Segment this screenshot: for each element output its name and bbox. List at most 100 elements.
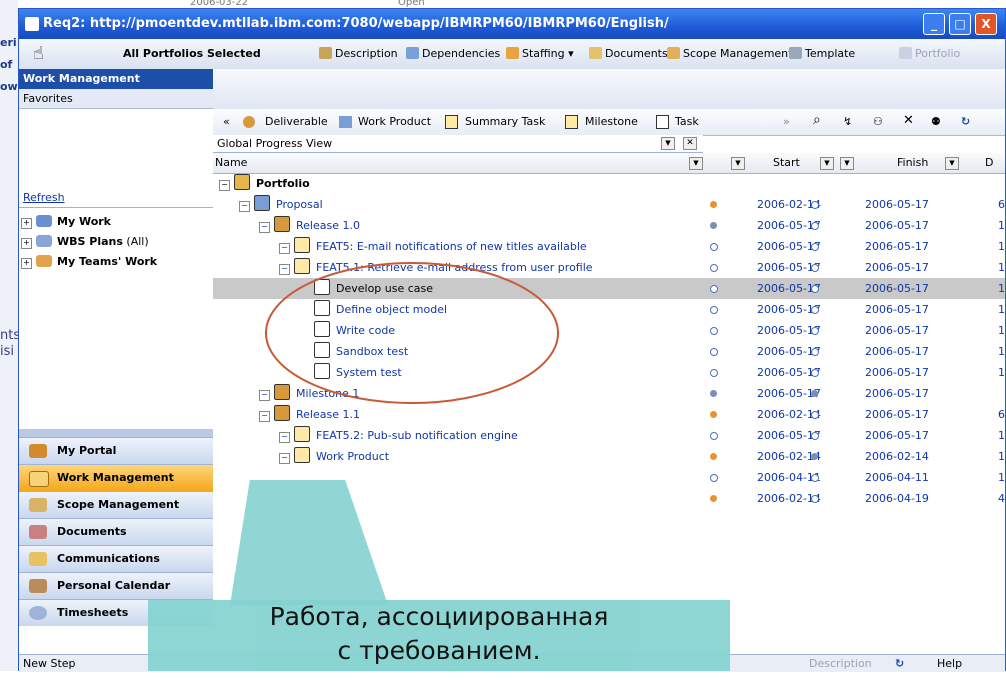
table-row[interactable]: − Portfolio	[213, 173, 1005, 194]
view-selector[interactable]: Global Progress View ▼ ✕	[213, 135, 703, 153]
column-finish[interactable]: Finish	[897, 153, 928, 173]
collapse-left-icon[interactable]: «	[223, 115, 230, 128]
add-deliverable-button[interactable]: Deliverable	[265, 115, 328, 128]
maximize-button[interactable]: □	[949, 13, 971, 35]
duration: 1	[998, 450, 1005, 463]
status-filter-dropdown[interactable]: ▼	[731, 157, 745, 170]
finish-filter-dropdown[interactable]: ▼	[945, 157, 959, 170]
column-start[interactable]: Start	[773, 153, 800, 173]
search-icon[interactable]: ⌕	[813, 112, 821, 128]
expand-icon[interactable]: +	[21, 218, 32, 229]
staffing-button[interactable]: Staffing ▾	[506, 47, 574, 60]
template-label: Template	[805, 47, 856, 60]
description-button[interactable]: Description	[319, 47, 398, 60]
finish-date: 2006-05-17	[865, 219, 929, 232]
name-filter-dropdown[interactable]: ▼	[689, 157, 703, 170]
summary-task-icon	[445, 115, 458, 129]
documents-button[interactable]: Documents	[589, 47, 668, 60]
column-duration[interactable]: D	[985, 153, 993, 173]
refresh-link[interactable]: Refresh	[23, 191, 65, 204]
teams-icon	[36, 255, 52, 267]
view-dropdown-arrow[interactable]: ▼	[661, 137, 675, 150]
refresh-icon[interactable]: ↻	[961, 115, 970, 128]
favorites-header[interactable]: Favorites	[19, 89, 213, 109]
tree-item-my-work[interactable]: + My Work	[21, 215, 111, 229]
scope-management-button[interactable]: Scope Management	[667, 47, 792, 60]
expand-icon[interactable]: −	[259, 411, 270, 422]
callout-box: Работа, ассоциированная с требованием.	[148, 600, 730, 671]
finish-date: 2006-05-17	[865, 408, 929, 421]
portfolio-button[interactable]: Portfolio	[899, 47, 960, 60]
calendar-icon	[29, 579, 47, 593]
milestone-icon	[565, 115, 578, 129]
add-work-product-button[interactable]: Work Product	[358, 115, 431, 128]
refresh-icon[interactable]: ↻	[895, 655, 904, 672]
progress-indicator-icon	[710, 390, 717, 397]
scope-management-icon	[667, 47, 680, 59]
scope-management-label: Scope Management	[683, 47, 793, 60]
row-name: − FEAT5: E-mail notifications of new titl…	[279, 236, 587, 257]
nav-my-portal[interactable]: My Portal	[19, 437, 213, 464]
expand-icon[interactable]: −	[279, 432, 290, 443]
finish-status-filter-dropdown[interactable]: ▼	[840, 157, 854, 170]
dependencies-button[interactable]: Dependencies	[406, 47, 500, 60]
nav-splitter[interactable]	[19, 429, 213, 437]
table-row[interactable]: − FEAT5.2: Pub-sub notification engine 200…	[213, 425, 1005, 446]
add-task-button[interactable]: Task	[675, 115, 699, 128]
tree-item-my-teams-work[interactable]: + My Teams' Work	[21, 255, 157, 269]
close-button[interactable]: X	[975, 13, 997, 35]
view-close-icon[interactable]: ✕	[683, 137, 697, 150]
browser-icon	[25, 17, 39, 31]
users-icon[interactable]: ⚉	[931, 115, 941, 128]
row-icon	[294, 447, 310, 463]
table-row[interactable]: −Proposal2006-02-142006-05-1767	[213, 194, 1006, 215]
portfolio-selector[interactable]: All Portfolios Selected	[123, 47, 261, 60]
link-icon[interactable]: ↯	[843, 115, 852, 128]
progress-indicator-icon	[710, 432, 718, 440]
table-row[interactable]: − Work Product 2006-02-14 2006-02-14 1	[213, 446, 1005, 467]
expand-icon[interactable]: −	[259, 222, 270, 233]
column-name[interactable]: Name	[215, 153, 247, 173]
finish-indicator-icon	[811, 453, 818, 460]
expand-icon[interactable]: −	[279, 453, 290, 464]
description-label: Description	[335, 47, 398, 60]
finish-date: 2006-04-11	[865, 471, 929, 484]
background-fragment: ow	[0, 80, 18, 93]
description-dropdown[interactable]: Description	[809, 655, 872, 672]
tree-item-wbs-plans[interactable]: + WBS Plans (All)	[21, 235, 149, 249]
dependencies-label: Dependencies	[422, 47, 501, 60]
add-summary-task-button[interactable]: Summary Task	[465, 115, 545, 128]
finish-date: 2006-05-17	[865, 429, 929, 442]
expand-icon[interactable]: −	[279, 243, 290, 254]
table-row[interactable]: − Release 1.0 2006-05-17 2006-05-17 1	[213, 215, 1005, 236]
duration: 1	[998, 324, 1005, 337]
expand-icon[interactable]: +	[21, 258, 32, 269]
more-icon[interactable]: »	[783, 115, 790, 128]
row-label: Release 1.1	[296, 408, 360, 421]
duration: 46	[998, 492, 1006, 505]
finish-indicator-icon	[811, 348, 819, 356]
start-filter-dropdown[interactable]: ▼	[820, 157, 834, 170]
progress-indicator-icon	[710, 285, 718, 293]
content-header-bar	[213, 69, 1005, 110]
progress-indicator-icon	[710, 369, 718, 377]
help-button[interactable]: Help	[937, 655, 962, 672]
minimize-button[interactable]: _	[923, 13, 945, 35]
wbs-plans-icon	[36, 235, 52, 247]
window-title: Req2: http://pmoentdev.mtllab.ibm.com:70…	[43, 16, 669, 31]
table-row[interactable]: − FEAT5: E-mail notifications of new titl…	[213, 236, 1005, 257]
work-management-icon	[29, 471, 49, 487]
tree-item-label: My Work	[57, 215, 111, 228]
callout-line-1: Работа, ассоциированная	[269, 602, 609, 631]
delete-icon[interactable]: ✕	[903, 113, 914, 128]
assign-icon[interactable]: ⚇	[873, 115, 883, 128]
expand-icon[interactable]: −	[219, 180, 230, 191]
finish-indicator-icon	[811, 306, 819, 314]
progress-indicator-icon	[710, 453, 717, 460]
row-label: Work Product	[316, 450, 390, 463]
expand-icon[interactable]: −	[239, 201, 250, 212]
row-icon	[254, 195, 270, 211]
add-milestone-button[interactable]: Milestone	[585, 115, 638, 128]
template-button[interactable]: Template	[789, 47, 855, 60]
expand-icon[interactable]: +	[21, 238, 32, 249]
